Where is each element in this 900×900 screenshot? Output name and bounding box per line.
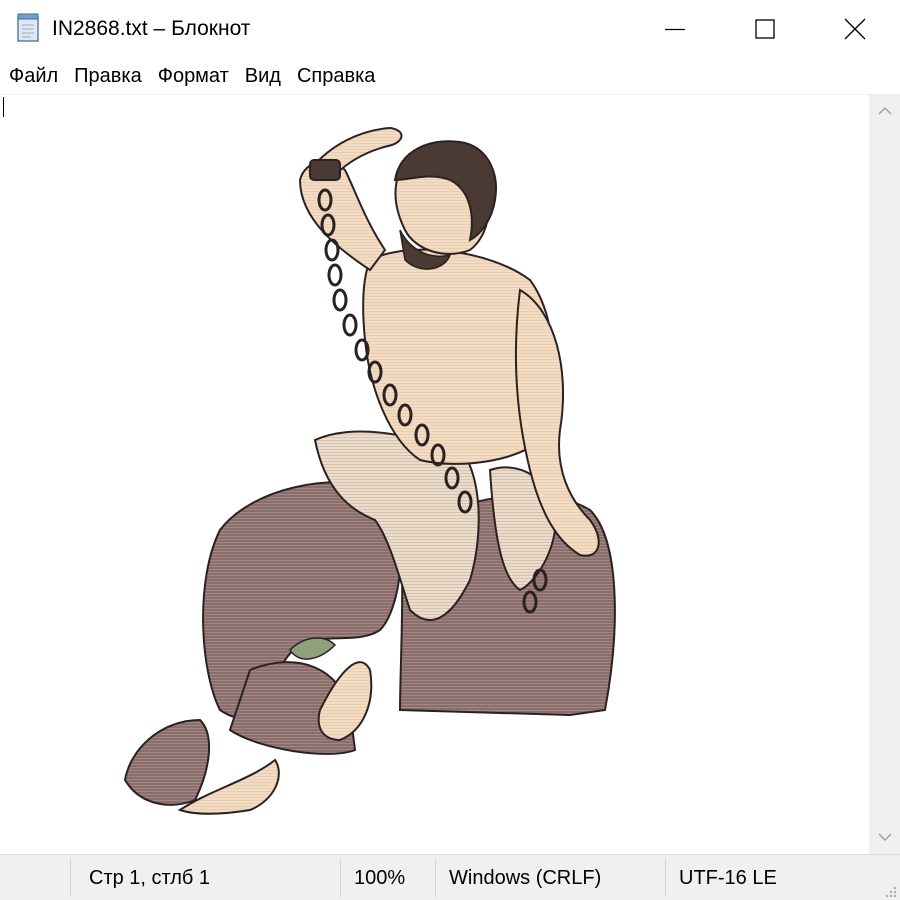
- window-title: IN2868.txt – Блокнот: [52, 17, 251, 40]
- status-bar: Стр 1, стлб 1 100% Windows (CRLF) UTF-16…: [0, 854, 900, 900]
- encoding: UTF-16 LE: [679, 867, 777, 889]
- scroll-up-button[interactable]: [869, 94, 900, 128]
- line-endings: Windows (CRLF): [449, 867, 602, 889]
- text-art-illustration: [123, 126, 616, 815]
- maximize-icon: [755, 19, 775, 39]
- title-bar[interactable]: IN2868.txt – Блокнот: [0, 0, 900, 58]
- status-separator: [70, 859, 71, 897]
- minimize-button[interactable]: [630, 0, 720, 58]
- resize-grip-icon[interactable]: [882, 883, 898, 899]
- chevron-down-icon: [877, 833, 892, 842]
- scroll-down-button[interactable]: [869, 820, 900, 854]
- cursor-position: Стр 1, стлб 1: [89, 867, 211, 889]
- menu-bar: Файл Правка Формат Вид Справка: [0, 60, 900, 92]
- vertical-scrollbar[interactable]: [869, 94, 900, 854]
- chevron-up-icon: [877, 106, 892, 115]
- menu-help[interactable]: Справка: [288, 60, 382, 92]
- menu-file[interactable]: Файл: [0, 60, 65, 92]
- zoom-level: 100%: [354, 867, 406, 889]
- close-button[interactable]: [810, 0, 900, 58]
- minimize-icon: [665, 28, 685, 31]
- menu-format[interactable]: Формат: [149, 60, 236, 92]
- maximize-button[interactable]: [720, 0, 810, 58]
- text-caret: [3, 97, 4, 117]
- close-icon: [844, 18, 866, 40]
- notepad-icon: [17, 13, 39, 42]
- menu-view[interactable]: Вид: [236, 60, 288, 92]
- menu-edit[interactable]: Правка: [65, 60, 149, 92]
